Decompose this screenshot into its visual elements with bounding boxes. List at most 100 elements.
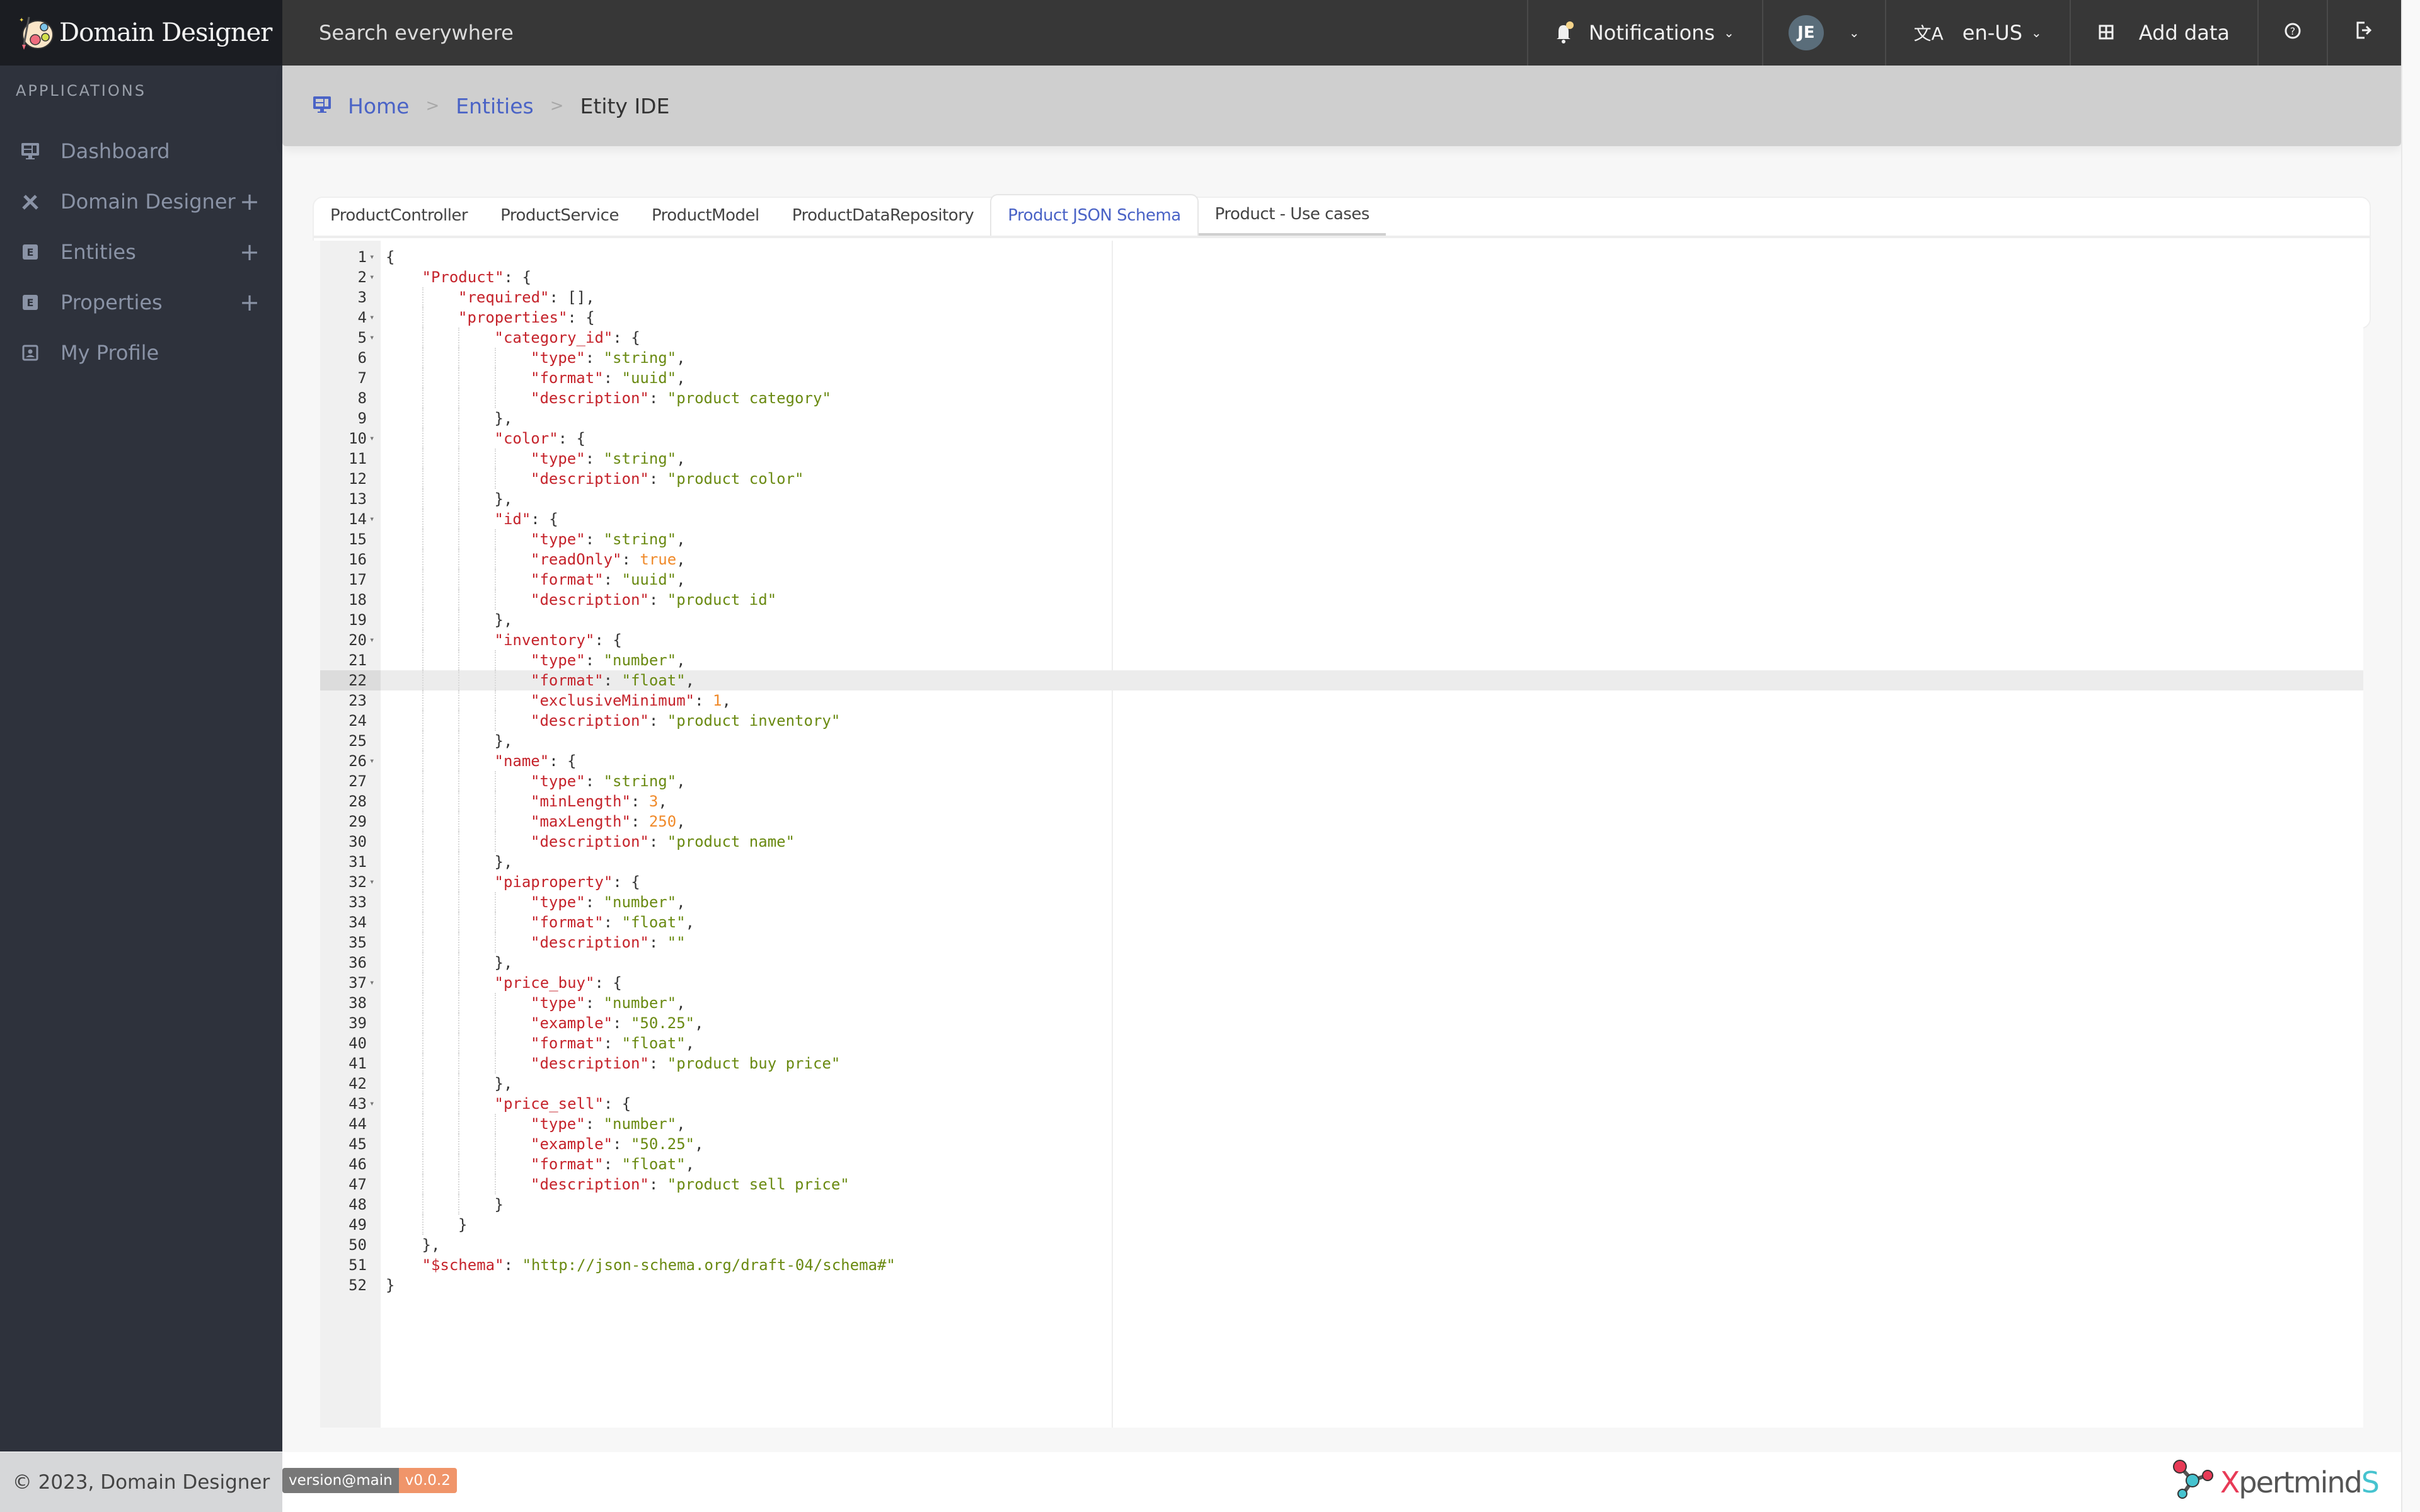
code-line[interactable]: 5 ▾ "category_id": {: [320, 328, 2363, 348]
help-button[interactable]: ?: [2257, 0, 2327, 66]
code-line[interactable]: 38 "type": "number",: [320, 993, 2363, 1013]
code-line[interactable]: 20 ▾ "inventory": {: [320, 630, 2363, 650]
code-line[interactable]: 6 "type": "string",: [320, 348, 2363, 368]
code-line[interactable]: 41 "description": "product buy price": [320, 1053, 2363, 1074]
json-literal: true: [640, 551, 677, 568]
fold-toggle-icon[interactable]: ▾: [369, 267, 374, 287]
code-line[interactable]: 37 ▾ "price_buy": {: [320, 973, 2363, 993]
sidebar-item-dashboard[interactable]: Dashboard: [0, 126, 282, 176]
fold-toggle-icon[interactable]: ▾: [369, 973, 374, 993]
fold-toggle-icon[interactable]: ▾: [369, 247, 374, 267]
tab-product-model[interactable]: ProductModel: [635, 195, 776, 236]
code-line[interactable]: 46 "format": "float",: [320, 1154, 2363, 1174]
code-line[interactable]: 10 ▾ "color": {: [320, 428, 2363, 449]
code-text: "format": "float",: [531, 912, 694, 932]
code-line[interactable]: 3 "required": [],: [320, 287, 2363, 307]
code-line[interactable]: 19},: [320, 610, 2363, 630]
fold-toggle-icon[interactable]: ▾: [369, 328, 374, 348]
code-line[interactable]: 44 "type": "number",: [320, 1114, 2363, 1134]
code-line[interactable]: 36},: [320, 953, 2363, 973]
fold-toggle-icon[interactable]: ▾: [369, 872, 374, 892]
code-line[interactable]: 9},: [320, 408, 2363, 428]
code-line[interactable]: 27 "type": "string",: [320, 771, 2363, 791]
code-line[interactable]: 39 "example": "50.25",: [320, 1013, 2363, 1033]
sidebar-item-properties[interactable]: E Properties +: [0, 277, 282, 328]
code-editor[interactable]: 1 ▾{2 ▾ "Product": {3 "required": [], 4 ▾ "prop…: [310, 241, 2363, 1428]
json-punctuation: },: [494, 732, 513, 750]
fold-toggle-icon[interactable]: ▾: [369, 509, 374, 529]
fold-toggle-icon[interactable]: ▾: [369, 751, 374, 771]
expand-plus-icon[interactable]: +: [239, 238, 260, 266]
fold-toggle-icon[interactable]: ▾: [369, 630, 374, 650]
code-line[interactable]: 22 "format": "float",: [320, 670, 2363, 690]
breadcrumb-entities[interactable]: Entities: [456, 94, 533, 118]
breadcrumb-home[interactable]: Home: [348, 94, 409, 118]
tab-product-controller[interactable]: ProductController: [314, 195, 484, 236]
code-line[interactable]: 11 "type": "string",: [320, 449, 2363, 469]
sidebar-item-entities[interactable]: E Entities +: [0, 227, 282, 277]
indent-guide: [494, 529, 496, 549]
brand[interactable]: ✦ Domain Designer: [0, 0, 282, 66]
user-menu[interactable]: JE ⌄: [1761, 0, 1885, 66]
tab-product-use-cases[interactable]: Product - Use cases: [1198, 195, 1386, 236]
sidebar-item-domain-designer[interactable]: Domain Designer +: [0, 176, 282, 227]
sidebar-item-my-profile[interactable]: My Profile: [0, 328, 282, 378]
code-line[interactable]: 17 "format": "uuid",: [320, 570, 2363, 590]
fold-toggle-icon[interactable]: ▾: [369, 428, 374, 449]
search-input[interactable]: Search everywhere: [282, 0, 1527, 66]
json-punctuation: : {: [567, 309, 595, 326]
language-dropdown[interactable]: 文A en-US ⌄: [1884, 0, 2070, 66]
sidebar-section-title: APPLICATIONS: [16, 82, 146, 100]
code-line[interactable]: 2 ▾ "Product": {: [320, 267, 2363, 287]
code-line[interactable]: 23 "exclusiveMinimum": 1,: [320, 690, 2363, 711]
code-line[interactable]: 40 "format": "float",: [320, 1033, 2363, 1053]
code-line[interactable]: 25},: [320, 731, 2363, 751]
code-line[interactable]: 52}: [320, 1275, 2363, 1295]
logout-button[interactable]: [2327, 0, 2401, 66]
code-line[interactable]: 42},: [320, 1074, 2363, 1094]
expand-plus-icon[interactable]: +: [239, 188, 260, 215]
code-line[interactable]: 33 "type": "number",: [320, 892, 2363, 912]
tab-product-service[interactable]: ProductService: [484, 195, 635, 236]
code-line[interactable]: 1 ▾{: [320, 247, 2363, 267]
code-line[interactable]: 26 ▾ "name": {: [320, 751, 2363, 771]
code-line[interactable]: 48}: [320, 1194, 2363, 1215]
tab-product-json-schema[interactable]: Product JSON Schema: [990, 194, 1199, 236]
notifications-dropdown[interactable]: Notifications ⌄: [1526, 0, 1762, 66]
code-line[interactable]: 15 "type": "string",: [320, 529, 2363, 549]
code-line[interactable]: 4 ▾ "properties": {: [320, 307, 2363, 328]
code-line[interactable]: 47 "description": "product sell price": [320, 1174, 2363, 1194]
fold-toggle-icon[interactable]: ▾: [369, 307, 374, 328]
code-line[interactable]: 16 "readOnly": true,: [320, 549, 2363, 570]
code-line[interactable]: 13},: [320, 489, 2363, 509]
code-line[interactable]: 45 "example": "50.25",: [320, 1134, 2363, 1154]
code-line[interactable]: 30 "description": "product name": [320, 832, 2363, 852]
code-line[interactable]: 32 ▾ "piaproperty": {: [320, 872, 2363, 892]
code-text: "description": "product inventory": [531, 711, 840, 731]
code-line[interactable]: 51 "$schema": "http://json-schema.org/dra…: [320, 1255, 2363, 1275]
code-line[interactable]: 18 "description": "product id": [320, 590, 2363, 610]
code-line[interactable]: 29 "maxLength": 250,: [320, 811, 2363, 832]
code-line[interactable]: 24 "description": "product inventory": [320, 711, 2363, 731]
add-data-button[interactable]: Add data: [2069, 0, 2257, 66]
code-line[interactable]: 50},: [320, 1235, 2363, 1255]
code-line[interactable]: 12 "description": "product color": [320, 469, 2363, 489]
code-line[interactable]: 14 ▾ "id": {: [320, 509, 2363, 529]
code-line[interactable]: 7 "format": "uuid",: [320, 368, 2363, 388]
code-line[interactable]: 8 "description": "product category": [320, 388, 2363, 408]
json-literal: 250: [648, 813, 677, 830]
expand-plus-icon[interactable]: +: [239, 289, 260, 316]
code-line[interactable]: 28 "minLength": 3,: [320, 791, 2363, 811]
json-key: "format": [531, 369, 604, 387]
code-line[interactable]: 35 "description": "": [320, 932, 2363, 953]
code-line[interactable]: 31},: [320, 852, 2363, 872]
code-line[interactable]: 21 "type": "number",: [320, 650, 2363, 670]
code-line[interactable]: 34 "format": "float",: [320, 912, 2363, 932]
fold-toggle-icon[interactable]: ▾: [369, 1094, 374, 1114]
indent-guide: [458, 1094, 459, 1114]
tab-product-data-repository[interactable]: ProductDataRepository: [776, 195, 991, 236]
code-line[interactable]: 43 ▾ "price_sell": {: [320, 1094, 2363, 1114]
page-scrollbar[interactable]: [2401, 0, 2420, 1512]
line-number: 33: [349, 893, 367, 911]
code-line[interactable]: 49}: [320, 1215, 2363, 1235]
